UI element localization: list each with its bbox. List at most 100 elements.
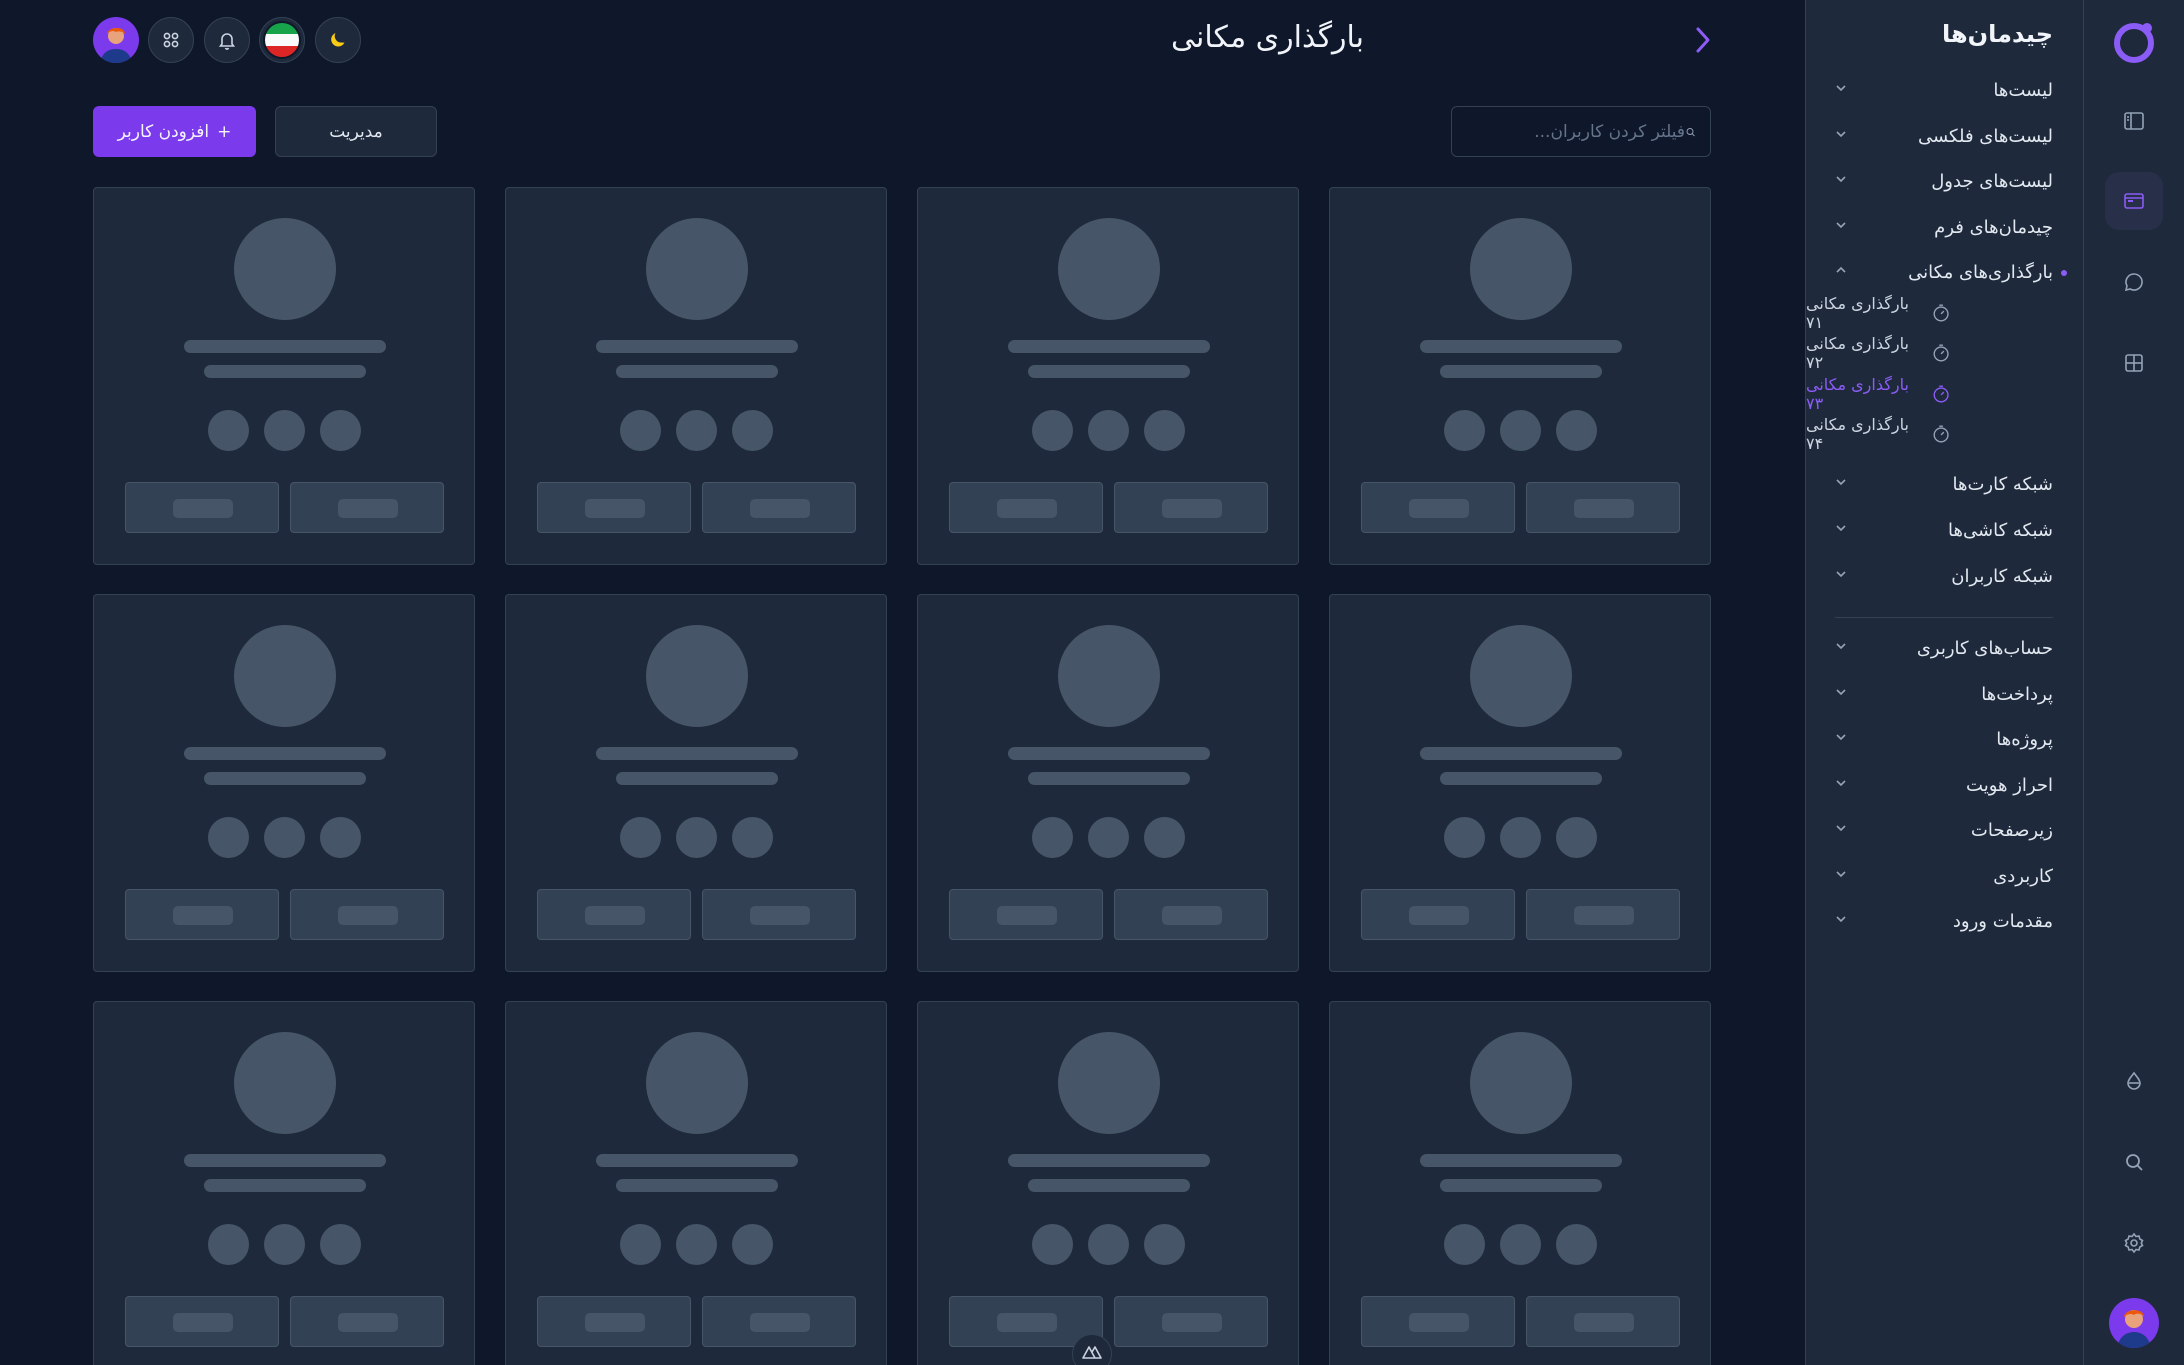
chevron-down-icon <box>1833 820 1849 841</box>
skeleton-dot <box>1500 410 1541 451</box>
add-user-button[interactable]: + افزودن کاربر <box>93 106 256 157</box>
chevron-down-icon <box>1833 566 1849 587</box>
skeleton-line <box>1028 1179 1190 1192</box>
chevron-right-icon[interactable] <box>1690 24 1716 56</box>
skeleton-button-label <box>1162 906 1222 925</box>
sub-item-placeload-2[interactable]: بارگذاری مکانی ۷۲ <box>1806 334 1951 372</box>
chevron-down-icon <box>1833 866 1849 887</box>
skeleton-dot <box>1032 410 1073 451</box>
menu-item-card-grid[interactable]: شبکه کارت‌ها <box>1833 468 2053 500</box>
chevron-down-icon <box>1833 171 1849 192</box>
skeleton-line <box>1008 747 1210 760</box>
skeleton-line <box>204 772 366 785</box>
user-avatar[interactable] <box>93 17 139 63</box>
skeleton-button-label <box>997 499 1057 518</box>
stopwatch-icon <box>1933 304 1949 322</box>
notifications-button[interactable] <box>204 17 250 63</box>
menu-item-tile-grid[interactable]: شبکه کاشی‌ها <box>1833 514 2053 546</box>
app-logo-icon[interactable] <box>2111 19 2157 65</box>
placeload-card <box>505 187 887 565</box>
sub-item-label: بارگذاری مکانی ۷۱ <box>1806 294 1909 332</box>
skeleton-line <box>184 747 386 760</box>
rail-grid-icon[interactable] <box>2105 334 2163 392</box>
apps-grid-icon <box>163 32 179 48</box>
rail-layouts-icon[interactable] <box>2105 172 2163 230</box>
skeleton-button <box>125 1296 279 1347</box>
menu-item-payments[interactable]: پرداخت‌ها <box>1833 678 2053 710</box>
skeleton-button <box>125 482 279 533</box>
skeleton-button <box>702 1296 856 1347</box>
skeleton-dot <box>1032 817 1073 858</box>
menu-item-auth[interactable]: احراز هویت <box>1833 769 2053 801</box>
add-user-label: افزودن کاربر <box>117 121 210 142</box>
menu-item-projects[interactable]: پروژه‌ها <box>1833 723 2053 755</box>
chevron-down-icon <box>1833 775 1849 796</box>
skeleton-dot <box>264 1224 305 1265</box>
skeleton-button-label <box>585 499 645 518</box>
placeload-card <box>1329 187 1711 565</box>
skeleton-button-label <box>173 906 233 925</box>
menu-item-subpages[interactable]: زیرصفحات <box>1833 814 2053 846</box>
rail-drop-icon[interactable] <box>2105 1052 2163 1110</box>
skeleton-line <box>1008 340 1210 353</box>
placeload-card <box>505 1001 887 1365</box>
skeleton-dot <box>320 410 361 451</box>
rail-chat-icon[interactable] <box>2105 253 2163 311</box>
menu-item-label: شبکه کاربران <box>1951 565 2053 587</box>
skeleton-button <box>290 889 444 940</box>
placeload-card <box>93 1001 475 1365</box>
menu-item-utility[interactable]: کاربردی <box>1833 860 2053 892</box>
menu-item-flex-lists[interactable]: لیست‌های فلکسی <box>1833 120 2053 152</box>
menu-item-label: احراز هویت <box>1966 774 2053 796</box>
language-button[interactable] <box>259 17 305 63</box>
skeleton-dot <box>1444 410 1485 451</box>
skeleton-button <box>702 889 856 940</box>
menu-item-table-lists[interactable]: لیست‌های جدول <box>1833 165 2053 197</box>
skeleton-button-label <box>173 499 233 518</box>
menu-item-placeloads[interactable]: بارگذاری‌های مکانی <box>1833 256 2053 288</box>
sub-item-placeload-1[interactable]: بارگذاری مکانی ۷۱ <box>1806 294 1951 332</box>
manage-button[interactable]: مدیریت <box>275 106 437 157</box>
skeleton-line <box>1028 365 1190 378</box>
stopwatch-icon <box>1933 344 1949 362</box>
rail-settings-icon[interactable] <box>2105 1214 2163 1272</box>
skeleton-button <box>1114 482 1268 533</box>
menu-item-label: لیست‌ها <box>1993 79 2053 101</box>
skeleton-button-label <box>585 1313 645 1332</box>
theme-toggle-button[interactable] <box>315 17 361 63</box>
rail-avatar[interactable] <box>2109 1298 2159 1348</box>
sub-item-placeload-3[interactable]: بارگذاری مکانی ۷۳ <box>1806 375 1951 413</box>
sub-item-placeload-4[interactable]: بارگذاری مکانی ۷۴ <box>1806 415 1951 453</box>
menu-item-lists[interactable]: لیست‌ها <box>1833 74 2053 106</box>
skeleton-avatar <box>646 218 748 320</box>
skeleton-button-label <box>1409 499 1469 518</box>
skeleton-line <box>204 1179 366 1192</box>
rail-sidebar-icon[interactable] <box>2105 92 2163 150</box>
menu-item-label: حساب‌های کاربری <box>1916 637 2053 659</box>
placeload-card <box>1329 1001 1711 1365</box>
rail-search-icon[interactable] <box>2105 1133 2163 1191</box>
apps-button[interactable] <box>148 17 194 63</box>
skeleton-button-label <box>1162 499 1222 518</box>
menu-item-user-grid[interactable]: شبکه کاربران <box>1833 560 2053 592</box>
sub-item-label: بارگذاری مکانی ۷۳ <box>1806 375 1909 413</box>
placeload-card <box>505 594 887 972</box>
panel-divider <box>1835 617 2053 618</box>
skeleton-dot <box>1556 410 1597 451</box>
menu-item-onboarding[interactable]: مقدمات ورود <box>1833 905 2053 937</box>
chevron-down-icon <box>1833 80 1849 101</box>
skeleton-button-label <box>997 906 1057 925</box>
skeleton-dot <box>320 1224 361 1265</box>
menu-item-accounts[interactable]: حساب‌های کاربری <box>1833 632 2053 664</box>
skeleton-button-label <box>750 499 810 518</box>
skeleton-avatar <box>1470 625 1572 727</box>
menu-item-form-layouts[interactable]: چیدمان‌های فرم <box>1833 211 2053 243</box>
skeleton-button-label <box>585 906 645 925</box>
search-input[interactable] <box>1466 121 1685 142</box>
skeleton-dot <box>264 817 305 858</box>
skeleton-button-label <box>750 906 810 925</box>
sub-item-label: بارگذاری مکانی ۷۴ <box>1806 415 1909 453</box>
skeleton-dot <box>1144 817 1185 858</box>
skeleton-line <box>1028 772 1190 785</box>
menu-item-label: مقدمات ورود <box>1952 910 2053 932</box>
